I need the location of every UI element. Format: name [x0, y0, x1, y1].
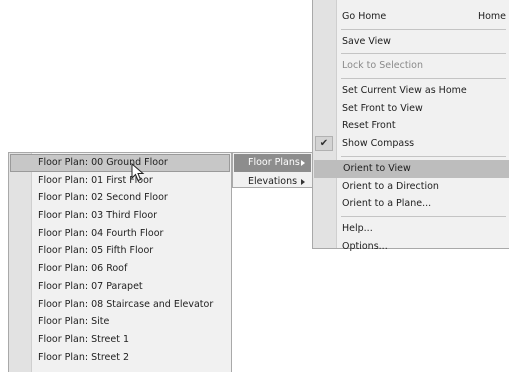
plan-item-street-2[interactable]: Floor Plan: Street 2 [10, 349, 230, 367]
menu-item-shortcut: Home [477, 11, 506, 22]
menu-item-orient-to-a-plane[interactable]: Orient to a Plane... [313, 195, 509, 213]
menu-item-label: Lock to Selection [342, 60, 424, 72]
menu-separator [341, 28, 506, 30]
menu-item-options[interactable]: Options... [313, 238, 509, 256]
submenu-item-floor-plans[interactable]: Floor Plans [234, 154, 311, 172]
mouse-pointer-icon [131, 163, 145, 182]
plan-item-label: Floor Plan: Street 1 [38, 333, 130, 345]
menu-item-label: Go Home [342, 11, 387, 22]
menu-item-label: Set Front to View [342, 102, 423, 114]
menu-item-label: Options... [342, 240, 388, 252]
plan-item-label: Floor Plan: 00 Ground Floor [38, 157, 168, 168]
plan-item-01-first-floor[interactable]: Floor Plan: 01 First Floor [10, 172, 230, 190]
menu-separator [341, 155, 506, 157]
menu-item-label: Help... [342, 222, 373, 234]
menu-item-reset-front[interactable]: Reset Front [313, 117, 509, 135]
plan-item-07-parapet[interactable]: Floor Plan: 07 Parapet [10, 278, 230, 296]
menu-item-save-view[interactable]: Save View [313, 33, 509, 51]
menu-item-set-front-to-view[interactable]: Set Front to View [313, 100, 509, 118]
plan-item-label: Floor Plan: Site [38, 316, 110, 328]
plan-item-label: Floor Plan: 08 Staircase and Elevator [38, 298, 214, 310]
plan-item-label: Floor Plan: 05 Fifth Floor [38, 245, 154, 257]
viewcube-context-menu: Go Home Home Save View Lock to Selection… [312, 0, 509, 252]
menu-item-label: Show Compass [342, 138, 415, 150]
menu-item-label: Set Current View as Home [342, 85, 467, 97]
menu-item-help[interactable]: Help... [313, 220, 509, 238]
menu-item-label: Save View [342, 35, 391, 47]
submenu-item-elevations[interactable]: Elevations [234, 173, 311, 191]
plan-item-08-staircase-and-elevator[interactable]: Floor Plan: 08 Staircase and Elevator [10, 296, 230, 314]
menu-item-label: Orient to a Plane... [342, 198, 432, 210]
plan-item-05-fifth-floor[interactable]: Floor Plan: 05 Fifth Floor [10, 242, 230, 260]
plan-item-03-third-floor[interactable]: Floor Plan: 03 Third Floor [10, 207, 230, 225]
menu-item-label: Orient to View [343, 162, 411, 174]
view-type-submenu: Floor Plans Elevations [232, 152, 313, 188]
plan-item-02-second-floor[interactable]: Floor Plan: 02 Second Floor [10, 189, 230, 207]
plan-item-label: Floor Plan: Street 2 [38, 351, 130, 363]
menu-item-go-home[interactable]: Go Home Home [313, 8, 509, 26]
plan-item-label: Floor Plan: 02 Second Floor [38, 192, 168, 204]
plan-item-label: Floor Plan: 04 Fourth Floor [38, 227, 164, 239]
submenu-item-label: Elevations [248, 175, 298, 187]
floor-plan-submenu: Floor Plan: 00 Ground Floor Floor Plan: … [8, 152, 232, 372]
submenu-arrow-icon [301, 178, 305, 185]
menu-item-label: Orient to a Direction [342, 180, 439, 192]
menu-item-lock-to-selection[interactable]: Lock to Selection [313, 57, 509, 75]
plan-item-06-roof[interactable]: Floor Plan: 06 Roof [10, 260, 230, 278]
checkmark-icon: ✔ [315, 136, 333, 152]
plan-item-04-fourth-floor[interactable]: Floor Plan: 04 Fourth Floor [10, 225, 230, 243]
menu-separator [341, 78, 506, 80]
plan-item-label: Floor Plan: 03 Third Floor [38, 210, 158, 222]
menu-item-orient-to-view[interactable]: Orient to View [314, 159, 509, 178]
menu-separator [341, 215, 506, 217]
plan-item-label: Floor Plan: 06 Roof [38, 263, 128, 275]
plan-item-street-1[interactable]: Floor Plan: Street 1 [10, 331, 230, 349]
submenu-arrow-icon [301, 160, 305, 166]
plan-item-label: Floor Plan: 07 Parapet [38, 280, 143, 292]
plan-item-00-ground-floor[interactable]: Floor Plan: 00 Ground Floor [10, 154, 230, 172]
menu-item-label: Reset Front [342, 120, 396, 132]
plan-item-site[interactable]: Floor Plan: Site [10, 313, 230, 331]
menu-item-orient-to-a-direction[interactable]: Orient to a Direction [313, 178, 509, 196]
submenu-item-label: Floor Plans [248, 157, 300, 168]
menu-item-show-compass[interactable]: ✔ Show Compass [313, 135, 509, 153]
menu-item-set-current-view-as-home[interactable]: Set Current View as Home [313, 82, 509, 100]
menu-separator [341, 53, 506, 55]
